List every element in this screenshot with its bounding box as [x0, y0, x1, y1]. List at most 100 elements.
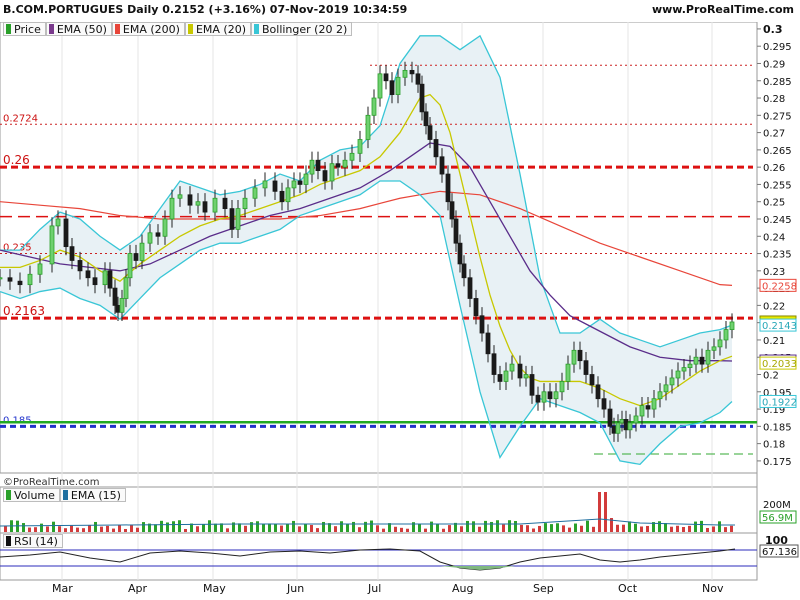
- y-tick-label: 0.295: [763, 42, 792, 53]
- volume-bar: [40, 523, 43, 532]
- volume-bar: [448, 525, 451, 532]
- volume-bar: [22, 523, 25, 532]
- candle-body: [395, 76, 401, 95]
- site-link[interactable]: www.ProRealTime.com: [652, 3, 794, 16]
- volume-bar: [424, 528, 427, 532]
- volume-bar: [196, 526, 199, 532]
- legend-item[interactable]: EMA (15): [59, 488, 126, 502]
- candle-body: [252, 187, 258, 199]
- volume-bar: [646, 525, 649, 532]
- volume-bar: [172, 521, 175, 532]
- candle-body: [383, 73, 389, 82]
- legend-item[interactable]: Bollinger (20 2): [250, 22, 353, 36]
- y-tick-label: 0.245: [763, 215, 792, 226]
- volume-bar: [292, 520, 295, 532]
- legend-swatch: [253, 24, 259, 34]
- candle-body: [479, 315, 485, 334]
- y-tick-label: 0.18: [763, 440, 785, 451]
- x-tick-label: Jun: [286, 582, 304, 595]
- x-tick-label: Sep: [533, 582, 554, 595]
- price-badge-label: 0.2258: [762, 281, 797, 292]
- volume-badge-label: 56.9M: [762, 513, 793, 524]
- volume-bar: [508, 520, 511, 532]
- volume-bar: [640, 526, 643, 532]
- legend-label: Volume: [14, 488, 55, 502]
- price-legend: Price EMA (50) EMA (200) EMA (20) Bollinger …: [3, 22, 353, 36]
- candle-body: [365, 114, 371, 140]
- candle-body: [119, 298, 125, 313]
- volume-bar: [574, 523, 577, 532]
- legend-item[interactable]: Price: [3, 22, 46, 36]
- volume-bar: [52, 521, 55, 532]
- candle-body: [212, 197, 218, 213]
- candle-body: [162, 218, 168, 237]
- volume-bar: [586, 520, 589, 532]
- candle-body: [645, 405, 651, 410]
- x-tick-label: Nov: [702, 582, 724, 595]
- volume-bar: [496, 520, 499, 532]
- candle-body: [27, 273, 33, 286]
- volume-bar: [274, 524, 277, 532]
- candle-body: [445, 173, 451, 203]
- candle-body: [222, 197, 228, 210]
- x-tick-label: Oct: [618, 582, 638, 595]
- legend-item[interactable]: EMA (20): [184, 22, 251, 36]
- candle-body: [607, 408, 613, 427]
- candle-body: [627, 422, 633, 431]
- volume-bar: [100, 526, 103, 532]
- volume-bar: [712, 526, 715, 532]
- price-badge-label: 0.1922: [762, 397, 797, 408]
- candle-body: [681, 367, 687, 372]
- candle-body: [285, 187, 291, 203]
- y-tick-label: 0.2: [763, 371, 779, 382]
- level-label: 0.2163: [3, 304, 45, 318]
- volume-bar: [202, 524, 205, 532]
- candle-body: [467, 277, 473, 299]
- legend-item[interactable]: EMA (50): [45, 22, 112, 36]
- candle-body: [0, 277, 3, 280]
- y-tick-label: 0.275: [763, 111, 792, 122]
- volume-bar: [112, 528, 115, 532]
- candle-body: [723, 329, 729, 341]
- candle-body: [291, 180, 297, 189]
- level-label: 0.26: [3, 153, 30, 167]
- y-tick-label: 0.27: [763, 129, 785, 140]
- y-tick-label: 0.26: [763, 163, 785, 174]
- candle-body: [565, 363, 571, 382]
- candle-body: [112, 287, 118, 306]
- candle-body: [711, 346, 717, 351]
- legend-label: Price: [14, 22, 41, 36]
- legend-item[interactable]: EMA (200): [111, 22, 185, 36]
- volume-bar: [358, 527, 361, 532]
- candle-body: [497, 374, 503, 382]
- candle-body: [177, 194, 183, 199]
- volume-bar: [244, 525, 247, 532]
- volume-bar: [166, 522, 169, 532]
- legend-item[interactable]: RSI (14): [3, 534, 63, 548]
- y-tick-label: 0.21: [763, 336, 785, 347]
- rsi-badge-label: 67.136: [762, 547, 797, 558]
- candle-body: [559, 381, 565, 393]
- volume-bar: [520, 524, 523, 532]
- candle-body: [509, 363, 515, 372]
- volume-bar: [484, 520, 487, 532]
- y-tick-label: 0.28: [763, 94, 785, 105]
- volume-bar: [64, 528, 67, 532]
- volume-bar: [478, 526, 481, 532]
- volume-bar: [430, 521, 433, 532]
- volume-bar: [262, 523, 265, 532]
- x-tick-label: Jul: [367, 582, 381, 595]
- level-label: 0.2724: [3, 113, 38, 124]
- y-tick-label: 0.285: [763, 77, 792, 88]
- candle-body: [187, 194, 193, 206]
- candle-body: [657, 391, 663, 400]
- volume-bar: [334, 526, 337, 532]
- volume-bar: [724, 527, 727, 532]
- volume-bar: [352, 521, 355, 532]
- candle-body: [535, 394, 541, 403]
- volume-bar: [316, 528, 319, 532]
- volume-bar: [670, 526, 673, 532]
- volume-bar: [442, 528, 445, 532]
- legend-item[interactable]: Volume: [3, 488, 60, 502]
- candle-body: [315, 159, 321, 172]
